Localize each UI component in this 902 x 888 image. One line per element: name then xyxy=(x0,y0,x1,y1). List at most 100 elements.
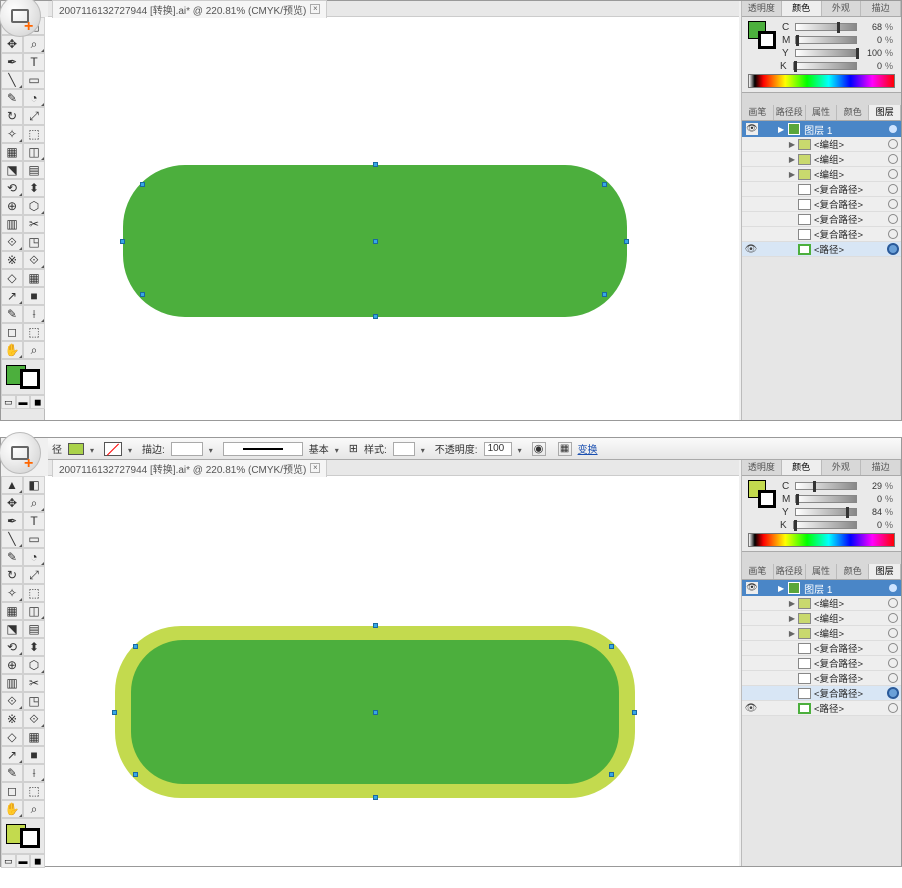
tool-8[interactable]: ✎ xyxy=(1,89,23,107)
tool-12[interactable]: ✧ xyxy=(1,125,23,143)
panel-tab[interactable]: 外观 xyxy=(822,1,862,16)
selection-handle[interactable] xyxy=(133,644,138,649)
target-icon[interactable] xyxy=(888,214,898,224)
tool-33[interactable]: ⟊ xyxy=(23,305,45,323)
cmyk-slider[interactable] xyxy=(795,508,857,516)
tool-24[interactable]: ⟐ xyxy=(1,692,23,710)
panel-tab[interactable]: 颜色 xyxy=(837,564,869,579)
tool-16[interactable]: ⬔ xyxy=(1,620,23,638)
tool-17[interactable]: ▤ xyxy=(23,620,45,638)
fill-stroke-control[interactable] xyxy=(1,359,45,395)
target-icon[interactable] xyxy=(888,658,898,668)
tool-13[interactable]: ⬚ xyxy=(23,584,45,602)
tool-18[interactable]: ⟲ xyxy=(1,638,23,656)
cmyk-slider[interactable] xyxy=(793,62,857,70)
tool-28[interactable]: ◇ xyxy=(1,269,23,287)
tool-22[interactable]: ▥ xyxy=(1,674,23,692)
selection-handle[interactable] xyxy=(373,623,378,628)
selection-handle[interactable] xyxy=(140,182,145,187)
panel-tab[interactable]: 属性 xyxy=(806,564,838,579)
layer-row[interactable]: <复合路径> xyxy=(742,656,901,671)
target-icon[interactable] xyxy=(888,628,898,638)
target-icon[interactable] xyxy=(888,703,898,713)
tool-16[interactable]: ⬔ xyxy=(1,161,23,179)
color-spectrum[interactable] xyxy=(748,74,895,88)
tool-2[interactable]: ✥ xyxy=(1,494,23,512)
selection-handle[interactable] xyxy=(112,710,117,715)
tool-34[interactable]: ◻ xyxy=(1,782,23,800)
tool-25[interactable]: ◳ xyxy=(23,692,45,710)
target-icon[interactable] xyxy=(888,229,898,239)
panel-tab[interactable]: 图层 xyxy=(869,105,901,120)
visibility-icon[interactable]: 👁 xyxy=(746,582,758,594)
selection-handle[interactable] xyxy=(373,239,378,244)
tool-22[interactable]: ▥ xyxy=(1,215,23,233)
tool-0[interactable]: ▲ xyxy=(1,476,23,494)
panel-tab[interactable]: 描边 xyxy=(861,460,901,475)
screen-mode-icon[interactable]: ▭ xyxy=(1,854,16,868)
close-tab-icon[interactable]: × xyxy=(310,4,320,14)
tool-7[interactable]: ▭ xyxy=(23,530,45,548)
transform-link[interactable]: 变换 xyxy=(578,441,598,456)
target-icon[interactable] xyxy=(888,613,898,623)
layer-row[interactable]: 👁<路径> xyxy=(742,701,901,716)
tool-10[interactable]: ↻ xyxy=(1,107,23,125)
panel-tab[interactable]: 颜色 xyxy=(782,460,822,475)
screen-mode-icon[interactable]: ▬ xyxy=(16,395,31,409)
target-icon[interactable] xyxy=(888,598,898,608)
target-icon[interactable] xyxy=(888,169,898,179)
tool-11[interactable]: ⤢ xyxy=(23,107,45,125)
target-icon[interactable] xyxy=(888,688,898,698)
tool-20[interactable]: ⊕ xyxy=(1,656,23,674)
tool-36[interactable]: ✋ xyxy=(1,800,23,818)
selection-handle[interactable] xyxy=(373,162,378,167)
tool-5[interactable]: T xyxy=(23,53,45,71)
tool-20[interactable]: ⊕ xyxy=(1,197,23,215)
layer-row[interactable]: <复合路径> xyxy=(742,212,901,227)
tool-13[interactable]: ⬚ xyxy=(23,125,45,143)
layer-row[interactable]: <复合路径> xyxy=(742,641,901,656)
selection-handle[interactable] xyxy=(602,292,607,297)
selection-handle[interactable] xyxy=(120,239,125,244)
tool-36[interactable]: ✋ xyxy=(1,341,23,359)
cmyk-slider[interactable] xyxy=(795,36,857,44)
tool-6[interactable]: ╲ xyxy=(1,71,23,89)
target-icon[interactable] xyxy=(888,184,898,194)
stroke-swatch[interactable] xyxy=(758,31,776,49)
panel-tab[interactable]: 画笔 xyxy=(742,105,774,120)
target-icon[interactable] xyxy=(888,643,898,653)
tool-37[interactable]: ⌕ xyxy=(23,800,45,818)
tool-30[interactable]: ↗ xyxy=(1,746,23,764)
tool-26[interactable]: ※ xyxy=(1,710,23,728)
target-dot[interactable] xyxy=(889,584,897,592)
layer-row[interactable]: <复合路径> xyxy=(742,182,901,197)
panel-tab[interactable]: 路径段 xyxy=(774,105,806,120)
fill-color-swatch[interactable] xyxy=(68,443,84,455)
tool-30[interactable]: ↗ xyxy=(1,287,23,305)
selection-handle[interactable] xyxy=(609,772,614,777)
align-icon[interactable]: ▦ xyxy=(558,442,572,456)
layer-row[interactable]: <复合路径> xyxy=(742,227,901,242)
tool-23[interactable]: ✂ xyxy=(23,674,45,692)
tool-17[interactable]: ▤ xyxy=(23,161,45,179)
tool-35[interactable]: ⬚ xyxy=(23,323,45,341)
cmyk-slider[interactable] xyxy=(795,482,857,490)
tool-9[interactable]: ◔ xyxy=(23,548,45,566)
panel-tab[interactable]: 透明度 xyxy=(742,460,782,475)
target-icon[interactable] xyxy=(888,139,898,149)
tool-2[interactable]: ✥ xyxy=(1,35,23,53)
tool-24[interactable]: ⟐ xyxy=(1,233,23,251)
tool-26[interactable]: ※ xyxy=(1,251,23,269)
panel-tab[interactable]: 画笔 xyxy=(742,564,774,579)
tool-9[interactable]: ◔ xyxy=(23,89,45,107)
document-tab[interactable]: 2007116132727944 [转换].ai* @ 220.81% (CMY… xyxy=(52,459,327,477)
panel-tab[interactable]: 属性 xyxy=(806,105,838,120)
tool-6[interactable]: ╲ xyxy=(1,530,23,548)
tool-15[interactable]: ◫ xyxy=(23,602,45,620)
fill-stroke-control[interactable] xyxy=(1,818,45,854)
target-icon[interactable] xyxy=(888,244,898,254)
tool-27[interactable]: ⟐ xyxy=(23,710,45,728)
cmyk-slider[interactable] xyxy=(795,49,857,57)
dropdown-icon[interactable] xyxy=(209,445,217,453)
stroke-swatch[interactable] xyxy=(758,490,776,508)
